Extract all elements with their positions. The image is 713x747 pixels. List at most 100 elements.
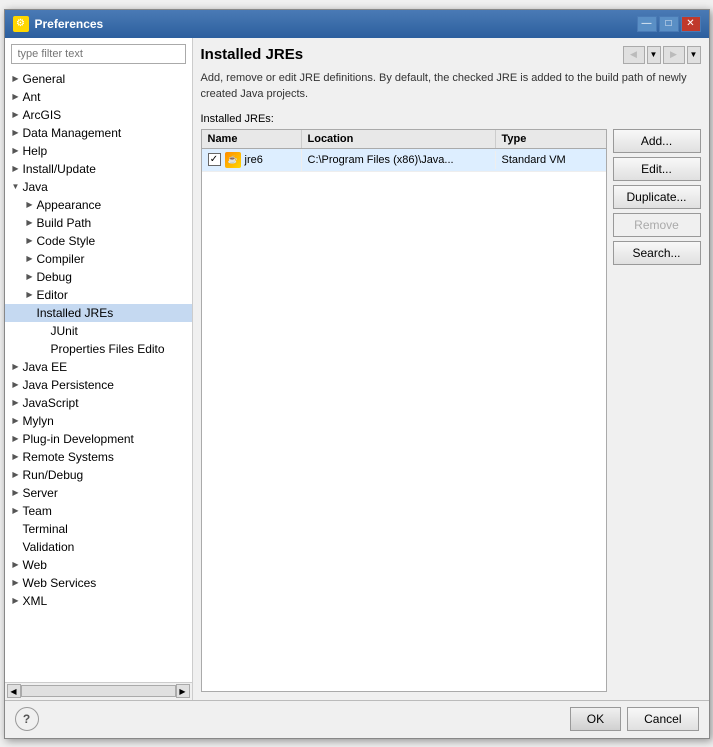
duplicate-button[interactable]: Duplicate... xyxy=(613,185,701,209)
tree-item-editor[interactable]: ▶Editor xyxy=(5,286,192,304)
jre-table: Name Location Type ☕ jre6 C:\Program Fil… xyxy=(201,129,607,692)
tree-item-team[interactable]: ▶Team xyxy=(5,502,192,520)
minimize-button[interactable]: — xyxy=(637,16,657,32)
description-text: Add, remove or edit JRE definitions. By … xyxy=(201,70,701,103)
tree-item-compiler[interactable]: ▶Compiler xyxy=(5,250,192,268)
label-build-path: Build Path xyxy=(37,216,92,230)
footer: ? OK Cancel xyxy=(5,700,709,738)
tree-item-server[interactable]: ▶Server xyxy=(5,484,192,502)
maximize-button[interactable]: □ xyxy=(659,16,679,32)
tree-item-remote-systems[interactable]: ▶Remote Systems xyxy=(5,448,192,466)
horizontal-scrollbar: ◀ ▶ xyxy=(5,682,192,700)
edit-button[interactable]: Edit... xyxy=(613,157,701,181)
tree-area: ▶General▶Ant▶ArcGIS▶Data Management▶Help… xyxy=(5,70,192,682)
tree-item-ant[interactable]: ▶Ant xyxy=(5,88,192,106)
label-junit: JUnit xyxy=(51,324,78,338)
remove-button[interactable]: Remove xyxy=(613,213,701,237)
add-button[interactable]: Add... xyxy=(613,129,701,153)
label-mylyn: Mylyn xyxy=(23,414,54,428)
tree-item-general[interactable]: ▶General xyxy=(5,70,192,88)
tree-item-java[interactable]: ▼Java xyxy=(5,178,192,196)
label-xml: XML xyxy=(23,594,48,608)
tree-item-web[interactable]: ▶Web xyxy=(5,556,192,574)
arrow-javascript: ▶ xyxy=(9,398,23,407)
col-header-type: Type xyxy=(496,130,606,148)
window-title: Preferences xyxy=(35,17,104,31)
arrow-compiler: ▶ xyxy=(23,254,37,263)
label-terminal: Terminal xyxy=(23,522,68,536)
scroll-thumb[interactable] xyxy=(21,685,176,697)
col-header-location: Location xyxy=(302,130,496,148)
nav-back-dropdown[interactable]: ▼ xyxy=(647,46,661,64)
tree-item-run-debug[interactable]: ▶Run/Debug xyxy=(5,466,192,484)
label-ant: Ant xyxy=(23,90,41,104)
arrow-team: ▶ xyxy=(9,506,23,515)
arrow-build-path: ▶ xyxy=(23,218,37,227)
label-java-persistence: Java Persistence xyxy=(23,378,114,392)
arrow-install-update: ▶ xyxy=(9,164,23,173)
tree-item-terminal[interactable]: Terminal xyxy=(5,520,192,538)
arrow-general: ▶ xyxy=(9,74,23,83)
row-type-cell: Standard VM xyxy=(496,151,606,169)
tree-item-build-path[interactable]: ▶Build Path xyxy=(5,214,192,232)
arrow-web: ▶ xyxy=(9,560,23,569)
tree-item-web-services[interactable]: ▶Web Services xyxy=(5,574,192,592)
nav-forward-dropdown[interactable]: ▼ xyxy=(687,46,701,64)
tree-item-junit[interactable]: JUnit xyxy=(5,322,192,340)
panel-title: Installed JREs xyxy=(201,46,304,63)
tree-item-java-persistence[interactable]: ▶Java Persistence xyxy=(5,376,192,394)
arrow-data-management: ▶ xyxy=(9,128,23,137)
nav-back-button[interactable]: ◀ xyxy=(623,46,645,64)
tree-item-appearance[interactable]: ▶Appearance xyxy=(5,196,192,214)
close-button[interactable]: ✕ xyxy=(681,16,701,32)
arrow-help: ▶ xyxy=(9,146,23,155)
tree-item-install-update[interactable]: ▶Install/Update xyxy=(5,160,192,178)
label-run-debug: Run/Debug xyxy=(23,468,84,482)
tree-item-plug-in-development[interactable]: ▶Plug-in Development xyxy=(5,430,192,448)
right-panel: Installed JREs ◀ ▼ ▶ ▼ Add, remove or ed… xyxy=(193,38,709,700)
tree-item-installed-jres[interactable]: Installed JREs xyxy=(5,304,192,322)
tree-item-java-ee[interactable]: ▶Java EE xyxy=(5,358,192,376)
label-validation: Validation xyxy=(23,540,75,554)
window-icon: ⚙ xyxy=(13,16,29,32)
label-web-services: Web Services xyxy=(23,576,97,590)
arrow-run-debug: ▶ xyxy=(9,470,23,479)
ok-button[interactable]: OK xyxy=(570,707,621,731)
arrow-java: ▼ xyxy=(9,182,23,191)
arrow-remote-systems: ▶ xyxy=(9,452,23,461)
scroll-left-arrow[interactable]: ◀ xyxy=(7,684,21,698)
arrow-code-style: ▶ xyxy=(23,236,37,245)
search-button[interactable]: Search... xyxy=(613,241,701,265)
tree-item-help[interactable]: ▶Help xyxy=(5,142,192,160)
tree-item-mylyn[interactable]: ▶Mylyn xyxy=(5,412,192,430)
cancel-button[interactable]: Cancel xyxy=(627,707,698,731)
nav-forward-button[interactable]: ▶ xyxy=(663,46,685,64)
content-area: ▶General▶Ant▶ArcGIS▶Data Management▶Help… xyxy=(5,38,709,700)
label-properties-files-editor: Properties Files Edito xyxy=(51,342,165,356)
label-install-update: Install/Update xyxy=(23,162,96,176)
tree-item-properties-files-editor[interactable]: Properties Files Edito xyxy=(5,340,192,358)
right-header: Installed JREs ◀ ▼ ▶ ▼ xyxy=(201,46,701,64)
col-header-name: Name xyxy=(202,130,302,148)
tree-item-validation[interactable]: Validation xyxy=(5,538,192,556)
help-button[interactable]: ? xyxy=(15,707,39,731)
arrow-server: ▶ xyxy=(9,488,23,497)
arrow-xml: ▶ xyxy=(9,596,23,605)
table-row[interactable]: ☕ jre6 C:\Program Files (x86)\Java... St… xyxy=(202,149,606,172)
arrow-web-services: ▶ xyxy=(9,578,23,587)
jre-checkbox[interactable] xyxy=(208,153,221,166)
title-bar-left: ⚙ Preferences xyxy=(13,16,104,32)
tree-item-arcgis[interactable]: ▶ArcGIS xyxy=(5,106,192,124)
tree-item-data-management[interactable]: ▶Data Management xyxy=(5,124,192,142)
label-java-ee: Java EE xyxy=(23,360,68,374)
tree-item-debug[interactable]: ▶Debug xyxy=(5,268,192,286)
label-java: Java xyxy=(23,180,48,194)
filter-input[interactable] xyxy=(11,44,186,64)
jre-icon: ☕ xyxy=(225,152,241,168)
tree-item-javascript[interactable]: ▶JavaScript xyxy=(5,394,192,412)
label-help: Help xyxy=(23,144,48,158)
tree-item-code-style[interactable]: ▶Code Style xyxy=(5,232,192,250)
tree-item-xml[interactable]: ▶XML xyxy=(5,592,192,610)
scroll-right-arrow[interactable]: ▶ xyxy=(176,684,190,698)
label-remote-systems: Remote Systems xyxy=(23,450,114,464)
